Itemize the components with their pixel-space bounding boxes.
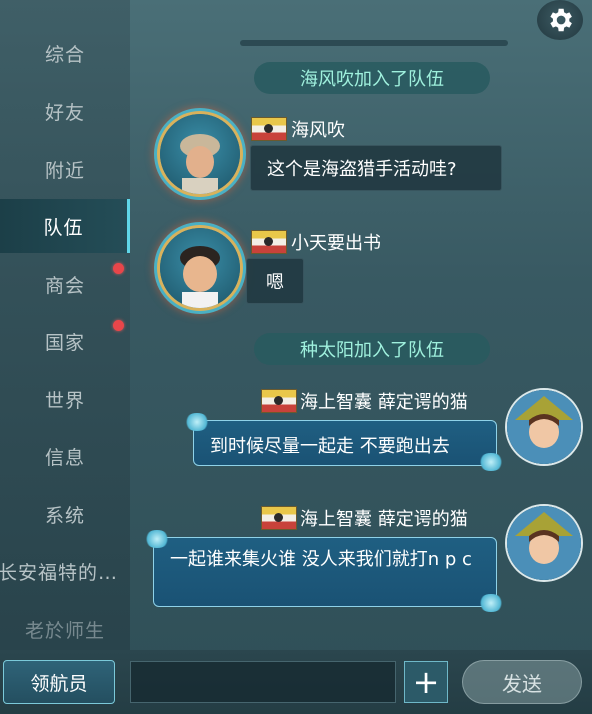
sidebar-item-info[interactable]: 信息 — [0, 431, 130, 481]
system-message: 海风吹加入了队伍 — [254, 62, 490, 94]
sidebar-item-private-chat-2[interactable]: 老於师生 — [0, 604, 130, 654]
nation-flag-icon — [261, 389, 297, 413]
wave-decoration-icon — [144, 530, 170, 548]
avatar[interactable] — [160, 114, 240, 194]
channel-sidebar: 综合 好友 附近 队伍 商会 国家 世界 信息 系统 长安福特的… 老於师生 — [0, 0, 130, 650]
avatar-portrait — [507, 390, 581, 464]
sidebar-item-label: 国家 — [44, 331, 85, 354]
wave-decoration-icon — [478, 594, 504, 612]
message-bubble: 到时候尽量一起走 不要跑出去 — [184, 413, 504, 471]
system-message: 种太阳加入了队伍 — [254, 333, 490, 365]
message-text: 一起谁来集火谁 没人来我们就打n p c — [170, 549, 472, 570]
settings-button[interactable] — [537, 0, 583, 40]
message-text: 到时候尽量一起走 不要跑出去 — [210, 436, 450, 457]
sidebar-item-country[interactable]: 国家 — [0, 316, 130, 366]
avatar-portrait — [180, 134, 220, 194]
add-button[interactable]: + — [404, 661, 448, 703]
sidebar-item-label: 商会 — [44, 274, 85, 297]
sender-name[interactable]: 小天要出书 — [291, 229, 381, 255]
message-bubble: 这个是海盗猎手活动哇? — [250, 145, 502, 191]
sidebar-item-friends[interactable]: 好友 — [0, 86, 130, 136]
sidebar-item-nearby[interactable]: 附近 — [0, 144, 130, 194]
self-avatar[interactable] — [507, 506, 581, 580]
avatar[interactable] — [160, 228, 240, 308]
message-bubble: 一起谁来集火谁 没人来我们就打n p c — [144, 530, 504, 612]
sidebar-item-world[interactable]: 世界 — [0, 374, 130, 424]
sidebar-item-general[interactable]: 综合 — [0, 28, 130, 78]
sender-name[interactable]: 海风吹 — [291, 116, 345, 142]
message-bubble: 嗯 — [246, 258, 304, 304]
sidebar-item-label: 附近 — [44, 159, 85, 182]
send-button[interactable]: 发送 — [462, 660, 582, 704]
unread-badge — [113, 263, 124, 274]
sidebar-item-team[interactable]: 队伍 — [0, 199, 130, 253]
unread-badge — [113, 320, 124, 331]
sidebar-item-label: 好友 — [44, 101, 85, 124]
plus-icon: + — [412, 663, 440, 701]
nation-flag-icon — [261, 506, 297, 530]
sidebar-item-label: 信息 — [44, 446, 85, 469]
sidebar-item-label: 世界 — [44, 389, 85, 412]
wave-decoration-icon — [478, 453, 504, 471]
wave-decoration-icon — [184, 413, 210, 431]
sidebar-item-label: 老於师生 — [24, 619, 105, 642]
sidebar-item-guild[interactable]: 商会 — [0, 259, 130, 309]
nation-flag-icon — [251, 117, 287, 141]
self-avatar[interactable] — [507, 390, 581, 464]
sidebar-item-label: 长安福特的… — [0, 561, 119, 584]
avatar-portrait — [180, 246, 220, 308]
avatar-portrait — [507, 506, 581, 580]
chat-input[interactable] — [130, 661, 396, 703]
sidebar-item-label: 队伍 — [43, 216, 84, 239]
sender-name[interactable]: 海上智囊 薛定谔的猫 — [300, 505, 468, 531]
sidebar-item-system[interactable]: 系统 — [0, 489, 130, 539]
channel-select-button[interactable]: 领航员 — [3, 660, 115, 704]
sidebar-item-private-chat[interactable]: 长安福特的… — [0, 546, 130, 596]
sidebar-item-label: 综合 — [44, 43, 85, 66]
sidebar-item-label: 系统 — [44, 504, 85, 527]
previous-message-edge — [240, 40, 508, 46]
sender-name[interactable]: 海上智囊 薛定谔的猫 — [300, 388, 468, 414]
gear-icon — [550, 8, 572, 32]
nation-flag-icon — [251, 230, 287, 254]
